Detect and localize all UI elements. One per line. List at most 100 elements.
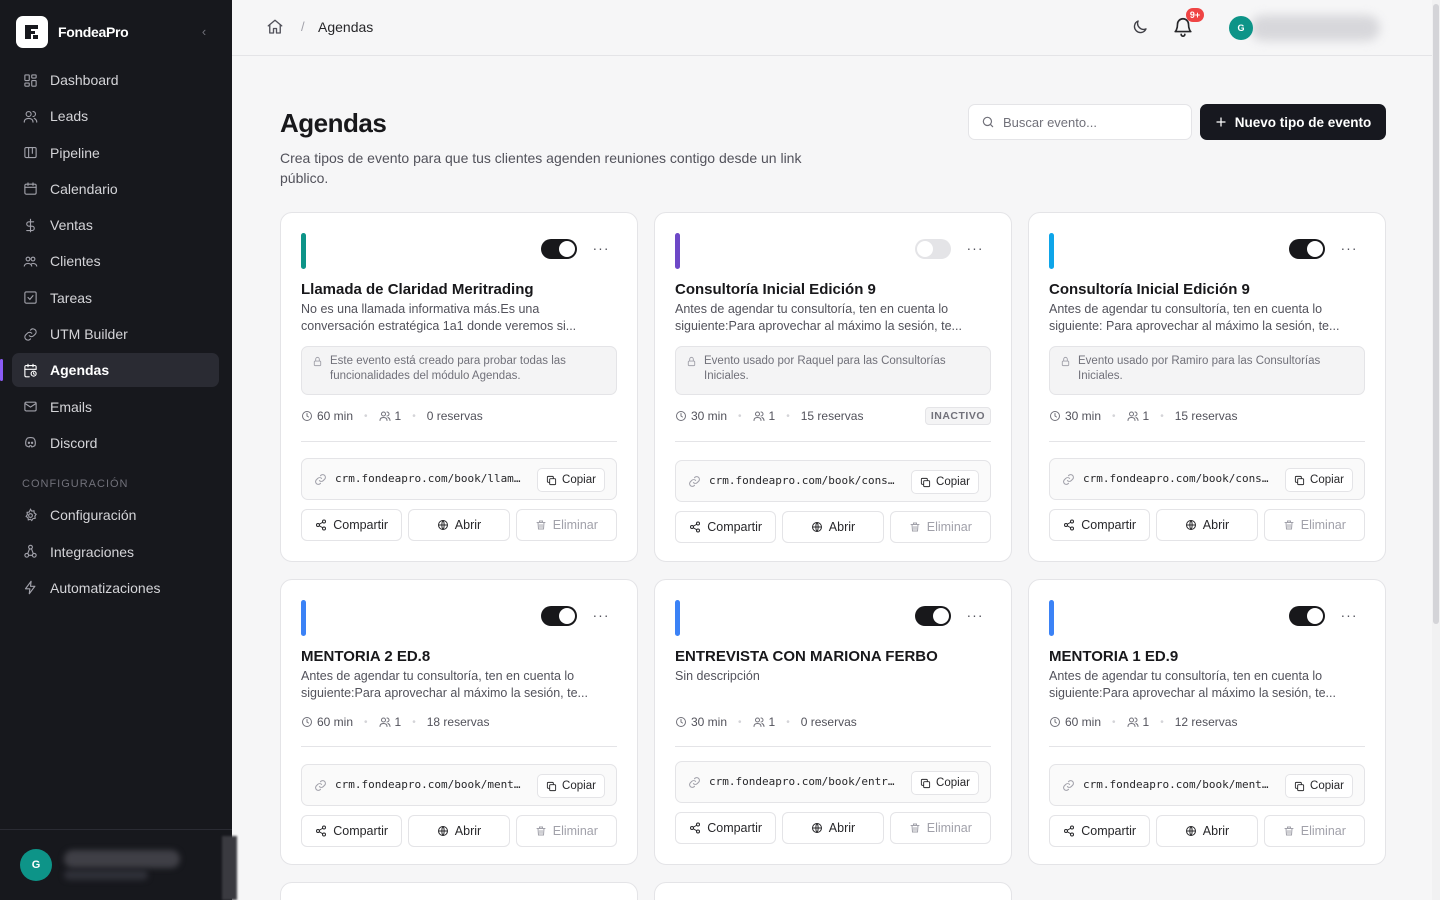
copy-link-button[interactable]: Copiar — [537, 774, 605, 798]
share-button[interactable]: Compartir — [301, 509, 403, 541]
open-button[interactable]: Abrir — [782, 511, 884, 543]
sidebar-item-clientes[interactable]: Clientes — [12, 244, 219, 278]
meta-separator: • — [412, 716, 416, 728]
more-options-icon[interactable]: ··· — [589, 604, 613, 628]
users-icon — [379, 716, 391, 728]
more-options-icon[interactable]: ··· — [589, 237, 613, 261]
event-card-partial[interactable] — [654, 882, 1012, 900]
sidebar-resize-handle[interactable] — [222, 836, 237, 900]
brand[interactable]: FondeaPro — [16, 16, 129, 48]
event-active-toggle[interactable] — [915, 606, 951, 626]
clock-icon — [301, 716, 313, 728]
share-label: Compartir — [333, 518, 389, 532]
sidebar-item-ventas[interactable]: Ventas — [12, 208, 219, 242]
copy-link-button[interactable]: Copiar — [911, 771, 979, 795]
open-button[interactable]: Abrir — [1156, 509, 1258, 541]
copy-link-button[interactable]: Copiar — [911, 470, 979, 494]
event-card[interactable]: ··· MENTORIA 2 ED.8 Antes de agendar tu … — [280, 579, 638, 865]
sidebar-item-agendas[interactable]: Agendas — [0, 353, 219, 388]
event-card[interactable]: ··· MENTORIA 1 ED.9 Antes de agendar tu … — [1028, 579, 1386, 865]
share-button[interactable]: Compartir — [1049, 815, 1151, 847]
more-options-icon[interactable]: ··· — [963, 604, 987, 628]
more-options-icon[interactable]: ··· — [963, 237, 987, 261]
booking-url[interactable]: crm.fondeapro.com/book/consultoria-inici… — [1083, 472, 1273, 485]
more-options-icon[interactable]: ··· — [1337, 237, 1361, 261]
sidebar-item-utm-builder[interactable]: UTM Builder — [12, 317, 219, 351]
sidebar-item-leads[interactable]: Leads — [12, 99, 219, 133]
share-button[interactable]: Compartir — [301, 815, 403, 847]
sidebar-item-discord[interactable]: Discord — [12, 426, 219, 460]
open-button[interactable]: Abrir — [782, 812, 884, 844]
meta-separator: • — [786, 716, 790, 728]
sidebar-user[interactable]: G — [0, 829, 232, 900]
event-card[interactable]: ··· Consultoría Inicial Edición 9 Antes … — [1028, 212, 1386, 562]
copy-link-button[interactable]: Copiar — [1285, 468, 1353, 492]
search-box[interactable] — [968, 104, 1192, 140]
sidebar-item-integraciones[interactable]: Integraciones — [12, 535, 219, 569]
share-button[interactable]: Compartir — [1049, 509, 1151, 541]
note-text: Evento usado por Raquel para las Consult… — [704, 355, 946, 382]
open-button[interactable]: Abrir — [1156, 815, 1258, 847]
booking-url[interactable]: crm.fondeapro.com/book/llamada-de-clarid… — [335, 472, 525, 485]
event-card-partial[interactable] — [280, 882, 638, 900]
copy-link-button[interactable]: Copiar — [1285, 774, 1353, 798]
event-active-toggle[interactable] — [1289, 606, 1325, 626]
event-duration: 30 min — [691, 715, 728, 729]
delete-button[interactable]: Eliminar — [515, 815, 617, 847]
clock-icon — [1049, 716, 1061, 728]
share-button[interactable]: Compartir — [675, 812, 777, 844]
more-options-icon[interactable]: ··· — [1337, 604, 1361, 628]
event-active-toggle[interactable] — [915, 239, 951, 259]
copy-link-button[interactable]: Copiar — [537, 468, 605, 492]
copy-label: Copiar — [936, 777, 970, 789]
delete-button[interactable]: Eliminar — [1263, 815, 1365, 847]
calendar-icon — [22, 181, 38, 197]
booking-url[interactable]: crm.fondeapro.com/book/consultoria-inici… — [709, 474, 899, 487]
event-card[interactable]: ··· Llamada de Claridad Meritrading No e… — [280, 212, 638, 562]
event-active-toggle[interactable] — [541, 239, 577, 259]
sidebar-item-label: Agendas — [50, 362, 110, 379]
avatar[interactable]: G — [1229, 16, 1253, 40]
event-duration: 60 min — [317, 715, 354, 729]
sidebar-item-dashboard[interactable]: Dashboard — [12, 63, 219, 97]
event-active-toggle[interactable] — [541, 606, 577, 626]
open-button[interactable]: Abrir — [408, 509, 510, 541]
sidebar-item-calendario[interactable]: Calendario — [12, 172, 219, 206]
booking-url[interactable]: crm.fondeapro.com/book/mentoria-1-ed-9 — [1083, 778, 1273, 791]
sidebar-item-pipeline[interactable]: Pipeline — [12, 136, 219, 170]
delete-button[interactable]: Eliminar — [889, 511, 991, 543]
open-label: Abrir — [828, 821, 856, 835]
delete-button[interactable]: Eliminar — [889, 812, 991, 844]
booking-url[interactable]: crm.fondeapro.com/book/mentoria-2-ed-8 — [335, 778, 525, 791]
event-bookings: 15 reservas — [1174, 409, 1238, 423]
link-icon — [688, 475, 701, 488]
new-event-type-button[interactable]: Nuevo tipo de evento — [1200, 104, 1386, 140]
user-menu-redacted[interactable] — [1250, 15, 1380, 41]
avatar: G — [20, 849, 52, 881]
event-card[interactable]: ··· Consultoría Inicial Edición 9 Antes … — [654, 212, 1012, 562]
event-card[interactable]: ··· ENTREVISTA CON MARIONA FERBO Sin des… — [654, 579, 1012, 865]
open-button[interactable]: Abrir — [408, 815, 510, 847]
sidebar-item-automatizaciones[interactable]: Automatizaciones — [12, 571, 219, 605]
sidebar-item-label: UTM Builder — [50, 326, 128, 343]
sidebar-item-tareas[interactable]: Tareas — [12, 281, 219, 315]
delete-button[interactable]: Eliminar — [515, 509, 617, 541]
booking-url[interactable]: crm.fondeapro.com/book/entrevista-con-ma… — [709, 775, 899, 788]
delete-button[interactable]: Eliminar — [1263, 509, 1365, 541]
event-internal-note: Evento usado por Ramiro para las Consult… — [1049, 346, 1365, 395]
globe-icon — [1185, 519, 1197, 531]
event-actions: Compartir Abrir Eliminar — [301, 815, 617, 847]
sidebar-item-emails[interactable]: Emails — [12, 390, 219, 424]
sidebar-section-label: CONFIGURACIÓN — [22, 478, 129, 491]
globe-icon — [437, 825, 449, 837]
event-title: MENTORIA 2 ED.8 — [301, 648, 431, 665]
moon-icon[interactable] — [1131, 18, 1151, 38]
share-label: Compartir — [333, 824, 389, 838]
collapse-sidebar-chevron-icon[interactable]: ‹ — [196, 24, 212, 40]
home-icon[interactable] — [266, 18, 284, 36]
event-active-toggle[interactable] — [1289, 239, 1325, 259]
search-input[interactable] — [1003, 114, 1173, 130]
share-button[interactable]: Compartir — [675, 511, 777, 543]
scrollbar-thumb[interactable] — [1433, 4, 1439, 624]
sidebar-item-configuraci-n[interactable]: Configuración — [12, 498, 219, 532]
